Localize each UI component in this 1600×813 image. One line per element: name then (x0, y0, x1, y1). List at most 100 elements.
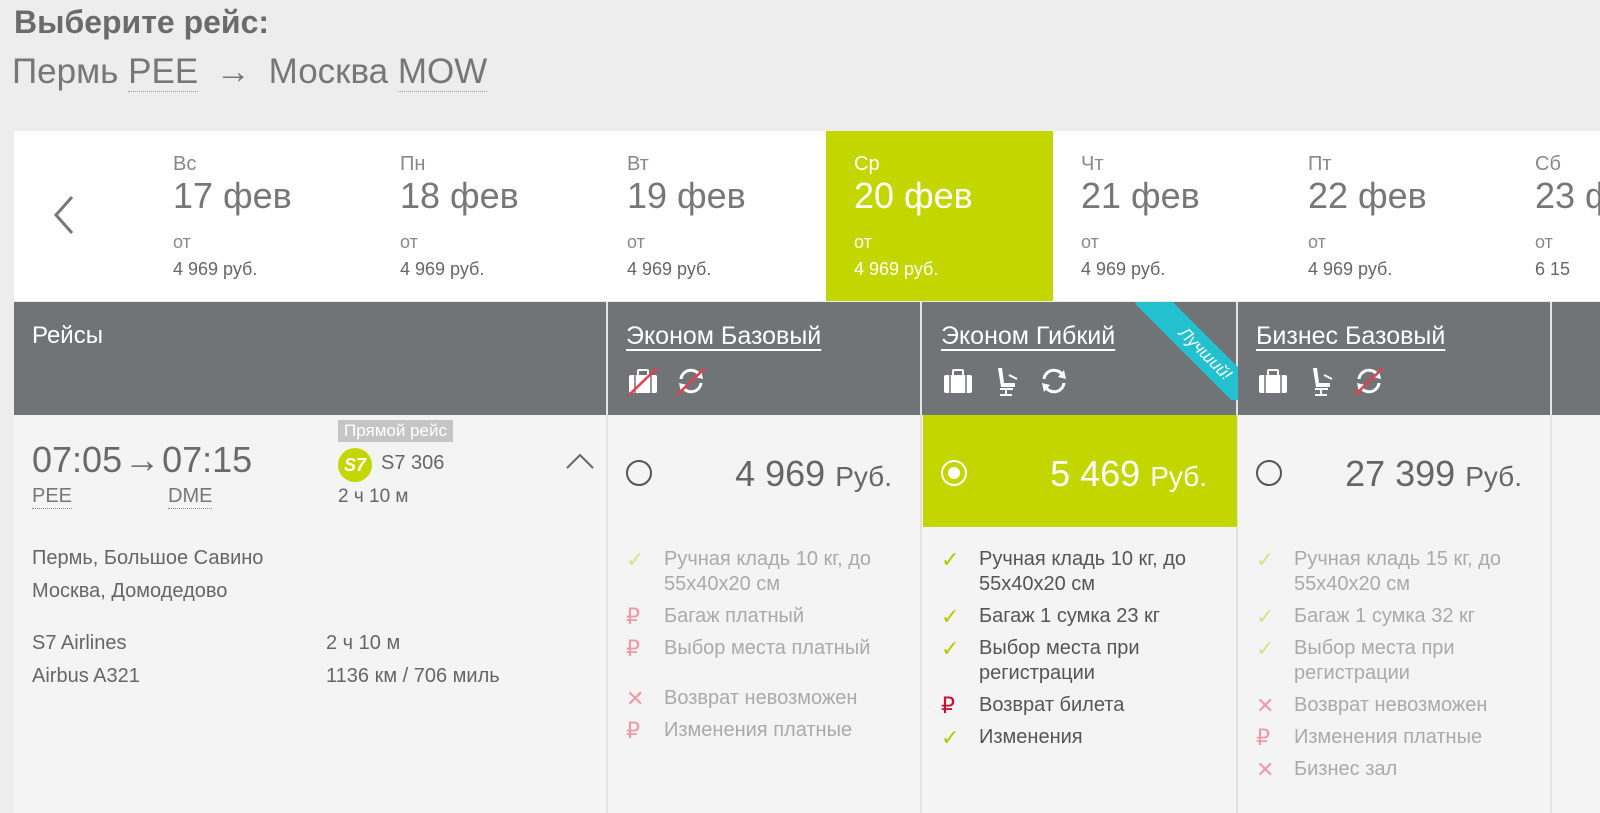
feature-ok-icon: ✓ (941, 725, 960, 750)
fare-feature: ✓ Выбор места при регистрации (941, 636, 1231, 686)
feature-ok-icon: ✓ (1256, 604, 1275, 629)
fare-radio[interactable] (626, 460, 652, 486)
fare-price: 5 469 Руб. (1050, 453, 1207, 495)
fare-price-option[interactable]: 27 399 Руб. (1238, 415, 1552, 527)
feature-text: Ручная кладь 10 кг, до 55х40х20 см (664, 548, 872, 595)
fare-column: 27 399 Руб. ✓ Ручная кладь 15 кг, до 55х40… (1238, 415, 1552, 813)
date-option[interactable]: Ср 20 фев от 4 969 руб. (826, 131, 1053, 301)
fare-column: 5 469 Руб. ✓ Ручная кладь 10 кг, до 55х40х… (923, 415, 1237, 813)
column-divider (1550, 302, 1552, 415)
flight-number: S7 306 (381, 452, 445, 474)
day-of-week: Ср (854, 153, 880, 175)
date-label: 22 фев (1308, 175, 1427, 216)
refresh-icon (1042, 368, 1066, 394)
seat-icon (1313, 368, 1333, 396)
fare-price-option[interactable]: 4 969 Руб. (608, 415, 922, 527)
fare-feature: ✓ Ручная кладь 15 кг, до 55х40х20 см (1256, 547, 1546, 597)
fare-feature: ₽ Изменения платные (1256, 725, 1546, 750)
destination-airport: Москва, Домодедово (32, 580, 228, 602)
from-label: от (1535, 232, 1553, 252)
seat-icon (998, 368, 1018, 396)
baggage-icon (944, 369, 972, 393)
min-price: 4 969 руб. (173, 259, 258, 279)
fare-header-row: Рейсы Эконом Базовый Эконом Гибкий Бизнес … (14, 302, 1600, 415)
from-label: от (627, 232, 645, 252)
feature-text: Выбор места при регистрации (979, 637, 1140, 684)
fare-currency: Руб. (1465, 461, 1522, 492)
date-label: 18 фев (400, 175, 519, 216)
flight-duration: 2 ч 10 м (338, 486, 409, 507)
baggage-crossed-icon (628, 367, 658, 396)
fare-feature: ✓ Багаж 1 сумка 23 кг (941, 604, 1231, 629)
fare-currency: Руб. (835, 461, 892, 492)
fare-radio[interactable] (941, 460, 967, 486)
fare-features: ✓ Ручная кладь 15 кг, до 55х40х20 см ✓ Бага… (1256, 547, 1546, 789)
feature-text: Выбор места платный (664, 637, 871, 659)
fare-header: Эконом Гибкий (941, 322, 1115, 397)
fare-column: 4 969 Руб. ✓ Ручная кладь 10 кг, до 55х40х… (608, 415, 922, 813)
fare-currency: Руб. (1150, 461, 1207, 492)
feature-paid-icon: ₽ (626, 718, 640, 743)
fare-features: ✓ Ручная кладь 10 кг, до 55х40х20 см ✓ Бага… (941, 547, 1231, 757)
date-option[interactable]: Пн 18 фев от 4 969 руб. (372, 131, 599, 301)
date-label: 17 фев (173, 175, 292, 216)
date-option[interactable]: Пт 22 фев от 4 969 руб. (1280, 131, 1507, 301)
fare-feature: ✓ Изменения (941, 725, 1231, 750)
feature-text: Изменения платные (1294, 726, 1483, 748)
fare-name-link[interactable]: Эконом Базовый (626, 322, 821, 351)
fare-header: Эконом Базовый (626, 322, 821, 397)
fare-header: Бизнес Базовый (1256, 322, 1445, 397)
feature-paid-icon: ₽ (626, 604, 640, 629)
collapse-chevron-up-icon[interactable] (564, 451, 596, 471)
fare-price: 27 399 Руб. (1345, 453, 1522, 495)
day-of-week: Пн (400, 153, 426, 175)
route-from-city: Пермь (12, 52, 119, 91)
feature-paid-icon: ₽ (626, 636, 640, 661)
feature-text: Возврат невозможен (1294, 694, 1488, 716)
fare-feature: ✓ Багаж 1 сумка 32 кг (1256, 604, 1546, 629)
feature-ok-icon: ✓ (941, 604, 960, 629)
column-divider (920, 302, 922, 415)
feature-no-icon: ✕ (626, 686, 645, 711)
route-to-city: Москва (268, 52, 389, 91)
min-price: 4 969 руб. (627, 259, 712, 279)
fare-features: ✓ Ручная кладь 10 кг, до 55х40х20 см ₽ Бага… (626, 547, 916, 750)
fare-name-link[interactable]: Эконом Гибкий (941, 322, 1115, 351)
feature-text: Возврат билета (979, 694, 1125, 716)
date-option[interactable]: Вт 19 фев от 4 969 руб. (599, 131, 826, 301)
feature-paid-icon: ₽ (941, 693, 955, 718)
airline-logo: S7 (338, 448, 372, 482)
date-option[interactable]: Сб23 фев от 6 15 (1507, 131, 1600, 301)
date-option[interactable]: Вс 17 фев от 4 969 руб. (145, 131, 372, 301)
column-divider (606, 302, 608, 415)
page-title: Выберите рейс: (14, 4, 270, 40)
fare-icons (626, 365, 821, 397)
route-arrow-icon: → (215, 52, 251, 91)
day-of-week: Пт (1308, 153, 1332, 175)
feature-text: Изменения платные (664, 719, 853, 741)
from-label: от (173, 232, 191, 252)
date-option[interactable]: Чт 21 фев от 4 969 руб. (1053, 131, 1280, 301)
refresh-crossed-icon (1354, 367, 1384, 396)
prev-week-chevron-left-icon[interactable] (50, 193, 78, 237)
date-strip: Вс 17 фев от 4 969 руб. Пн 18 фев от 4 969 руб.… (14, 131, 1600, 301)
refresh-crossed-icon (676, 367, 706, 396)
baggage-icon (1259, 369, 1287, 393)
route: Пермь PEE → Москва MOW (12, 52, 488, 92)
flight-row: 07:05→07:15 PEE DME Прямой рейс S7 S7 30… (14, 415, 1600, 813)
origin-airport: Пермь, Большое Савино (32, 547, 264, 569)
day-of-week: Чт (1081, 153, 1104, 175)
fare-amount: 27 399 (1345, 453, 1456, 494)
fare-icons (941, 365, 1115, 397)
route-to-code[interactable]: MOW (397, 52, 488, 92)
fare-price-option[interactable]: 5 469 Руб. (923, 415, 1237, 527)
from-label: от (400, 232, 418, 252)
feature-no-icon: ✕ (1256, 757, 1275, 782)
fare-name-link[interactable]: Бизнес Базовый (1256, 322, 1445, 351)
arrival-airport-code[interactable]: DME (168, 485, 213, 509)
fare-feature: ₽ Изменения платные (626, 718, 916, 743)
from-label: от (1081, 232, 1099, 252)
route-from-code[interactable]: PEE (128, 52, 199, 92)
departure-airport-code[interactable]: PEE (32, 485, 73, 509)
fare-radio[interactable] (1256, 460, 1282, 486)
